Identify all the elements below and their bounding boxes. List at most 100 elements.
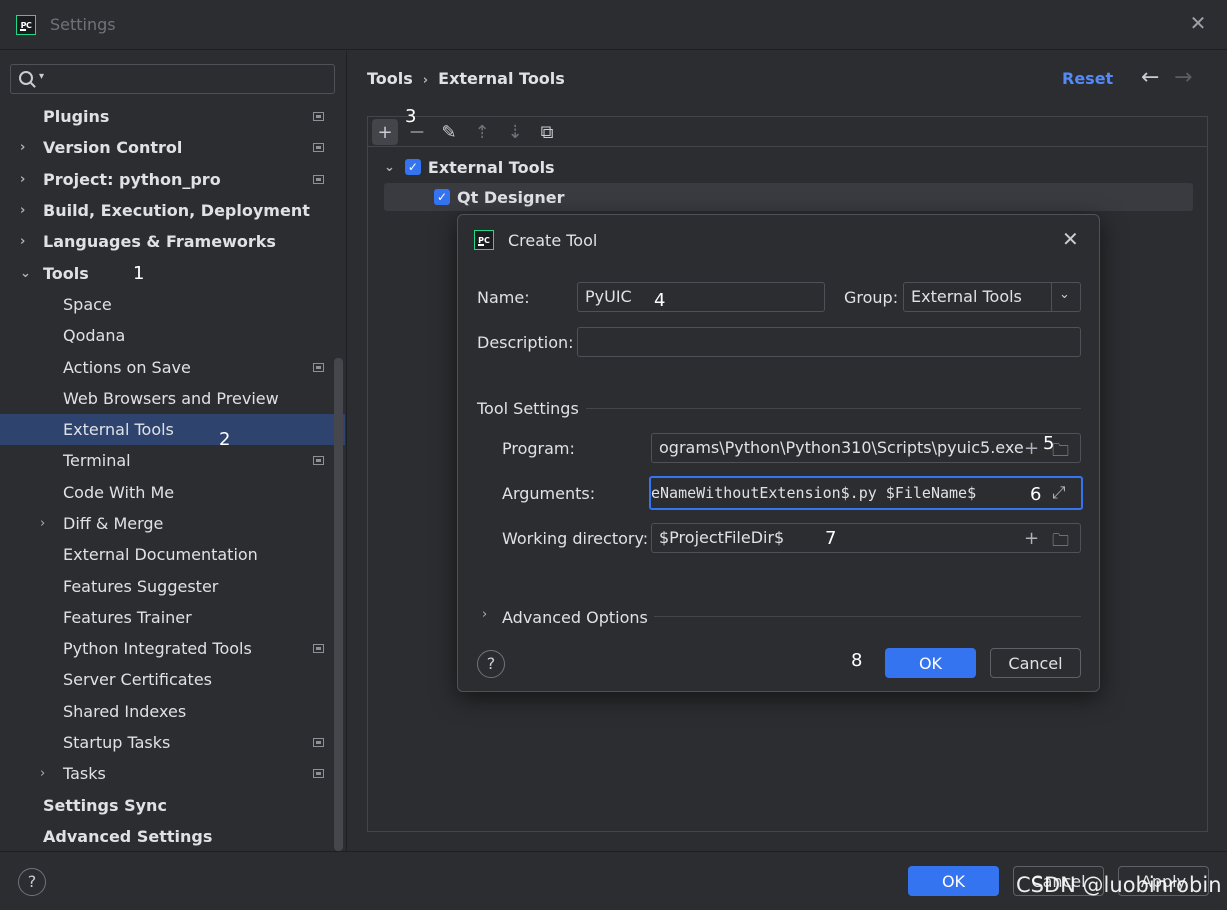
- window-title: Settings: [50, 15, 116, 34]
- chevron-right-icon[interactable]: ›: [20, 140, 25, 155]
- separator: [654, 616, 1081, 617]
- watermark: CSDN @luobinrobin: [1016, 873, 1222, 897]
- separator: [586, 408, 1081, 409]
- chevron-down-icon[interactable]: ⌄: [384, 160, 395, 175]
- sidebar-item-shared-indexes[interactable]: Shared Indexes: [0, 696, 333, 727]
- group-checkbox[interactable]: ✓: [404, 159, 421, 175]
- sidebar-item-external-tools[interactable]: External Tools: [0, 413, 345, 446]
- sidebar-item-label: Languages & Frameworks: [43, 232, 276, 252]
- project-level-icon: [313, 362, 324, 372]
- sidebar-item-label: Features Trainer: [63, 607, 192, 627]
- scrollbar[interactable]: [334, 358, 343, 851]
- breadcrumb-root[interactable]: Tools: [367, 69, 413, 88]
- help-icon[interactable]: ?: [477, 650, 505, 678]
- chevron-right-icon[interactable]: ›: [20, 203, 25, 218]
- sidebar-item-label: Actions on Save: [63, 357, 191, 377]
- arguments-label: Arguments:: [502, 484, 596, 503]
- forward-arrow-icon[interactable]: →: [1174, 65, 1192, 90]
- sidebar-item-languages-frameworks[interactable]: › Languages & Frameworks: [0, 226, 333, 257]
- sidebar-item-label: Code With Me: [63, 482, 175, 502]
- program-input[interactable]: ograms\Python\Python310\Scripts\pyuic5.e…: [651, 433, 1081, 463]
- expand-icon[interactable]: ⤢: [1052, 483, 1066, 503]
- close-icon[interactable]: ✕: [1187, 12, 1209, 34]
- ok-button[interactable]: OK: [885, 648, 976, 678]
- sidebar-item-build-execution-deployment[interactable]: › Build, Execution, Deployment: [0, 195, 333, 226]
- sidebar-item-space[interactable]: Space: [0, 289, 333, 320]
- sidebar-item-external-documentation[interactable]: External Documentation: [0, 539, 333, 570]
- insert-macro-icon[interactable]: +: [1024, 438, 1039, 459]
- search-input[interactable]: ▾: [10, 64, 335, 94]
- sidebar-item-label: Diff & Merge: [63, 514, 164, 533]
- chevron-right-icon[interactable]: ›: [482, 607, 487, 622]
- folder-icon[interactable]: 🗀: [1052, 528, 1069, 552]
- chevron-down-icon[interactable]: ⌄: [1059, 287, 1070, 302]
- breadcrumb-separator-icon: ›: [422, 73, 429, 88]
- back-arrow-icon[interactable]: ←: [1141, 65, 1159, 90]
- sidebar-item-label: Terminal: [63, 451, 131, 471]
- sidebar-item-diff-merge[interactable]: › Diff & Merge: [0, 508, 333, 539]
- name-input[interactable]: PyUIC: [577, 282, 825, 312]
- move-down-icon[interactable]: ⇣: [502, 119, 528, 145]
- sidebar-item-label: Project: python_pro: [43, 169, 221, 189]
- sidebar-item-project-python-pro[interactable]: › Project: python_pro: [0, 164, 333, 195]
- description-input[interactable]: [577, 327, 1081, 357]
- settings-tree: Plugins › Version Control › Project: python_…: [0, 101, 345, 852]
- advanced-options-toggle[interactable]: Advanced Options: [502, 608, 648, 627]
- ok-button[interactable]: OK: [908, 866, 999, 896]
- insert-macro-icon[interactable]: +: [1024, 528, 1039, 549]
- sidebar-item-settings-sync[interactable]: Settings Sync: [0, 790, 333, 821]
- chevron-right-icon[interactable]: ›: [20, 234, 25, 249]
- group-select-value: External Tools: [911, 287, 1022, 306]
- move-up-icon[interactable]: ⇡: [469, 119, 495, 145]
- sidebar-item-code-with-me[interactable]: Code With Me: [0, 477, 333, 508]
- chevron-right-icon[interactable]: ›: [40, 766, 45, 781]
- chevron-down-icon[interactable]: ▾: [39, 71, 44, 82]
- sidebar-item-tasks[interactable]: › Tasks: [0, 758, 333, 789]
- sidebar-item-features-suggester[interactable]: Features Suggester: [0, 570, 333, 601]
- project-level-icon: [313, 143, 324, 153]
- tool-group-row[interactable]: ⌄ ✓ External Tools: [384, 153, 555, 181]
- arguments-input[interactable]: eNameWithoutExtension$.py $FileName$ ⤢: [649, 476, 1083, 510]
- sidebar-item-advanced-settings[interactable]: Advanced Settings: [0, 821, 333, 852]
- chevron-right-icon[interactable]: ›: [20, 172, 25, 187]
- chevron-down-icon[interactable]: ⌄: [20, 266, 31, 281]
- annotation-8: 8: [851, 650, 863, 671]
- cancel-button[interactable]: Cancel: [990, 648, 1081, 678]
- annotation-1: 1: [133, 263, 145, 284]
- reset-link[interactable]: Reset: [1062, 69, 1113, 88]
- pycharm-logo-icon: PC: [16, 15, 36, 35]
- sidebar-item-startup-tasks[interactable]: Startup Tasks: [0, 727, 333, 758]
- tool-label: Qt Designer: [457, 187, 565, 207]
- project-level-icon: [313, 112, 324, 122]
- edit-icon[interactable]: ✎: [436, 119, 462, 145]
- sidebar-item-label: Space: [63, 294, 112, 314]
- sidebar-item-terminal[interactable]: Terminal: [0, 445, 333, 476]
- sidebar-item-web-browsers-and-preview[interactable]: Web Browsers and Preview: [0, 383, 333, 414]
- sidebar-item-qodana[interactable]: Qodana: [0, 320, 333, 351]
- sidebar-item-label: Qodana: [63, 326, 126, 346]
- sidebar-item-label: Startup Tasks: [63, 733, 171, 753]
- tool-row[interactable]: ✓ Qt Designer: [384, 183, 1193, 211]
- tool-settings-label: Tool Settings: [477, 399, 579, 418]
- sidebar-item-server-certificates[interactable]: Server Certificates: [0, 664, 333, 695]
- sidebar-item-features-trainer[interactable]: Features Trainer: [0, 602, 333, 633]
- working-directory-input[interactable]: $ProjectFileDir$ + 🗀: [651, 523, 1081, 553]
- program-label: Program:: [502, 439, 575, 458]
- name-label: Name:: [477, 288, 530, 307]
- help-icon[interactable]: ?: [18, 868, 46, 896]
- close-icon[interactable]: ✕: [1062, 227, 1079, 251]
- sidebar-item-actions-on-save[interactable]: Actions on Save: [0, 351, 333, 382]
- folder-icon[interactable]: 🗀: [1052, 438, 1069, 462]
- title-bar: PC Settings ✕: [0, 0, 1227, 50]
- sidebar-item-version-control[interactable]: › Version Control: [0, 132, 333, 163]
- tool-checkbox[interactable]: ✓: [434, 189, 450, 205]
- copy-icon[interactable]: ⧉: [534, 119, 560, 145]
- sidebar-item-plugins[interactable]: Plugins: [0, 101, 333, 132]
- chevron-right-icon[interactable]: ›: [40, 516, 45, 531]
- group-select[interactable]: External Tools ⌄: [903, 282, 1081, 312]
- sidebar-item-python-integrated-tools[interactable]: Python Integrated Tools: [0, 633, 333, 664]
- pycharm-logo-icon: PC: [474, 230, 494, 250]
- sidebar-item-tools[interactable]: ⌄ Tools: [0, 257, 333, 288]
- annotation-7: 7: [825, 528, 837, 549]
- add-icon[interactable]: +: [372, 119, 398, 145]
